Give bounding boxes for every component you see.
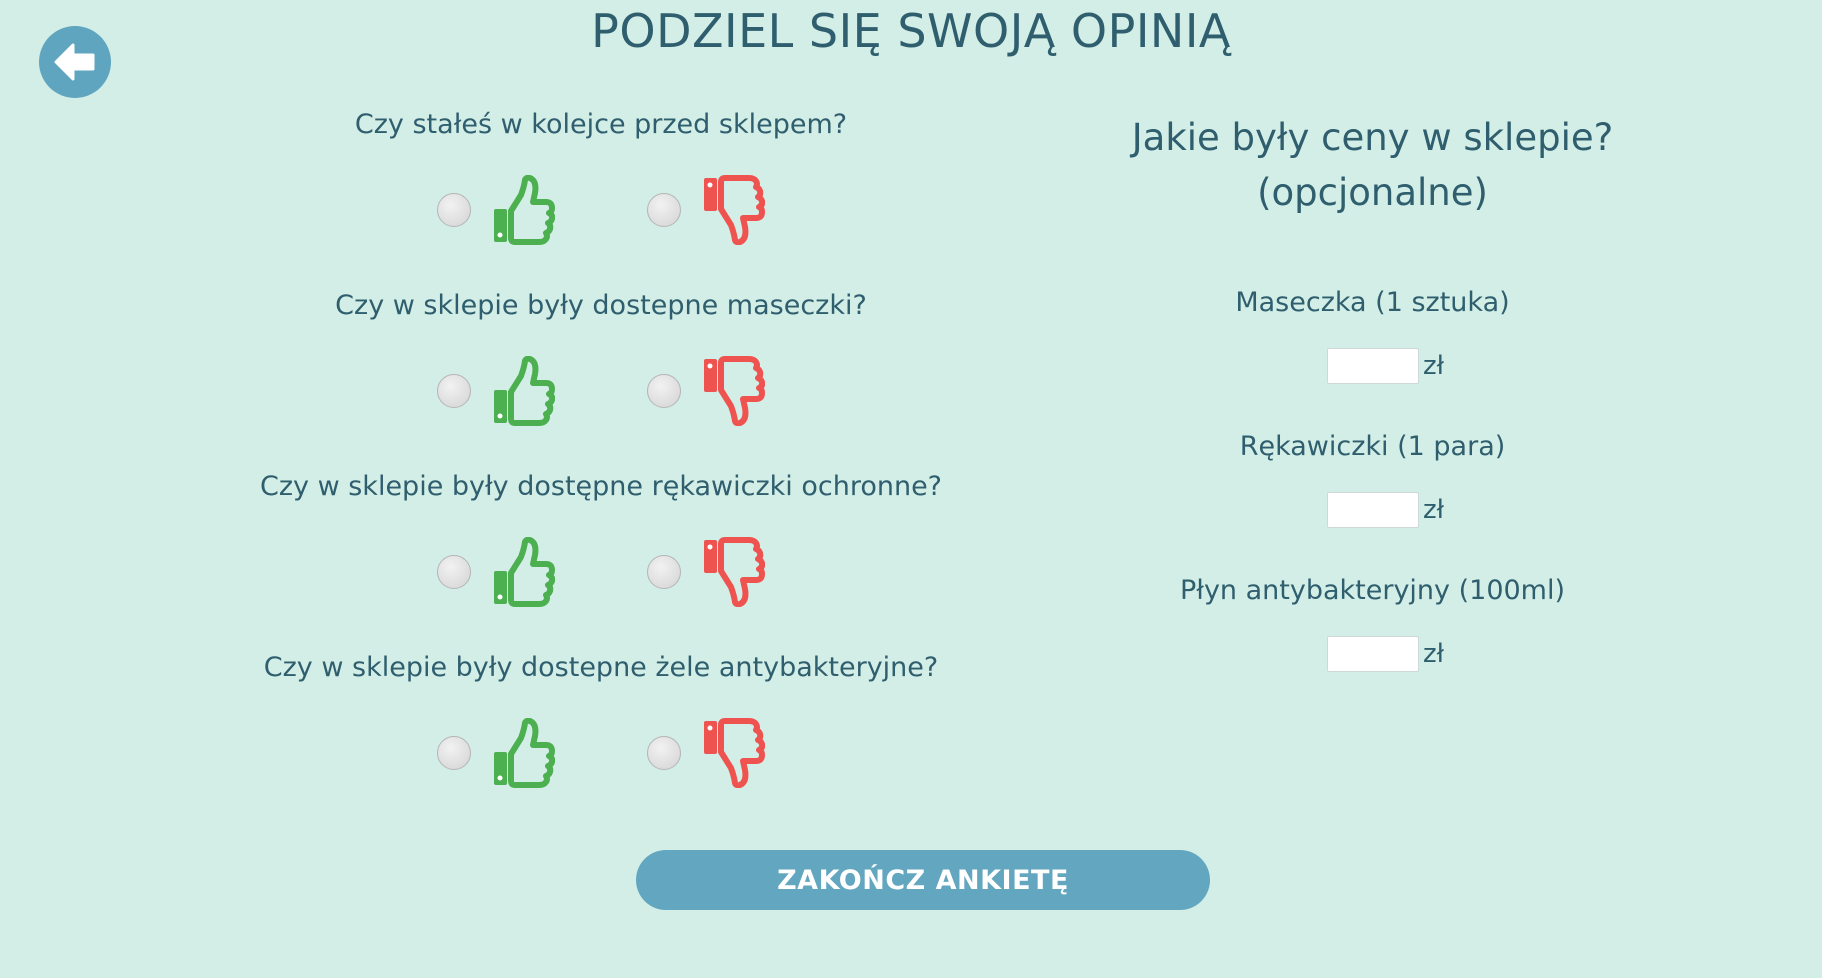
radio-yes[interactable] <box>437 555 471 589</box>
price-label: Maseczka (1 sztuka) <box>1235 287 1510 318</box>
currency-label: zł <box>1422 351 1445 381</box>
question-text: Czy w sklepie były dostepne maseczki? <box>335 290 867 321</box>
prices-heading-line2: (opcjonalne) <box>1257 171 1488 214</box>
question-text: Czy w sklepie były dostepne żele antybak… <box>263 652 939 683</box>
radio-yes[interactable] <box>437 374 471 408</box>
answer-yes[interactable] <box>437 718 555 788</box>
thumbs-up-icon <box>494 537 555 607</box>
finish-survey-button[interactable]: ZAKOŃCZ ANKIETĘ <box>636 850 1210 910</box>
currency-label: zł <box>1422 495 1445 525</box>
answer-no[interactable] <box>647 718 765 788</box>
page-title: PODZIEL SIĘ SWOJĄ OPINIĄ <box>591 4 1231 58</box>
price-label: Rękawiczki (1 para) <box>1239 431 1506 462</box>
question-text: Czy stałeś w kolejce przed sklepem? <box>354 109 848 140</box>
sanitizer-price-input[interactable] <box>1326 636 1419 672</box>
question-text: Czy w sklepie były dostępne rękawiczki o… <box>259 471 943 502</box>
price-item-gloves: Rękawiczki (1 para) zł <box>1110 427 1635 529</box>
price-row: zł <box>1110 635 1635 673</box>
thumbs-down-icon <box>704 175 765 245</box>
answer-yes[interactable] <box>437 537 555 607</box>
answer-no[interactable] <box>647 537 765 607</box>
answer-group <box>200 537 1002 607</box>
price-label: Płyn antybakteryjny (100ml) <box>1179 575 1566 606</box>
mask-price-input[interactable] <box>1326 348 1419 384</box>
question-queue: Czy stałeś w kolejce przed sklepem? <box>200 105 1002 286</box>
answer-no[interactable] <box>647 175 765 245</box>
price-row: zł <box>1110 347 1635 385</box>
prices-section: Jakie były ceny w sklepie? (opcjonalne) … <box>1110 110 1635 673</box>
answer-yes[interactable] <box>437 356 555 426</box>
radio-no[interactable] <box>647 736 681 770</box>
radio-no[interactable] <box>647 193 681 227</box>
question-gels: Czy w sklepie były dostepne żele antybak… <box>200 648 1002 829</box>
answer-group <box>200 356 1002 426</box>
answer-group <box>200 175 1002 245</box>
price-item-sanitizer: Płyn antybakteryjny (100ml) zł <box>1110 571 1635 673</box>
prices-heading: Jakie były ceny w sklepie? (opcjonalne) <box>1110 110 1635 220</box>
price-row: zł <box>1110 491 1635 529</box>
radio-yes[interactable] <box>437 736 471 770</box>
questions-section: Czy stałeś w kolejce przed sklepem? Czy … <box>200 105 1002 829</box>
thumbs-up-icon <box>494 718 555 788</box>
currency-label: zł <box>1422 639 1445 669</box>
gloves-price-input[interactable] <box>1326 492 1419 528</box>
radio-no[interactable] <box>647 374 681 408</box>
thumbs-up-icon <box>494 356 555 426</box>
thumbs-down-icon <box>704 718 765 788</box>
answer-yes[interactable] <box>437 175 555 245</box>
question-gloves: Czy w sklepie były dostępne rękawiczki o… <box>200 467 1002 648</box>
question-masks: Czy w sklepie były dostepne maseczki? <box>200 286 1002 467</box>
radio-no[interactable] <box>647 555 681 589</box>
radio-yes[interactable] <box>437 193 471 227</box>
answer-group <box>200 718 1002 788</box>
thumbs-down-icon <box>704 356 765 426</box>
price-item-mask: Maseczka (1 sztuka) zł <box>1110 283 1635 385</box>
answer-no[interactable] <box>647 356 765 426</box>
thumbs-down-icon <box>704 537 765 607</box>
thumbs-up-icon <box>494 175 555 245</box>
prices-heading-line1: Jakie były ceny w sklepie? <box>1131 116 1614 159</box>
